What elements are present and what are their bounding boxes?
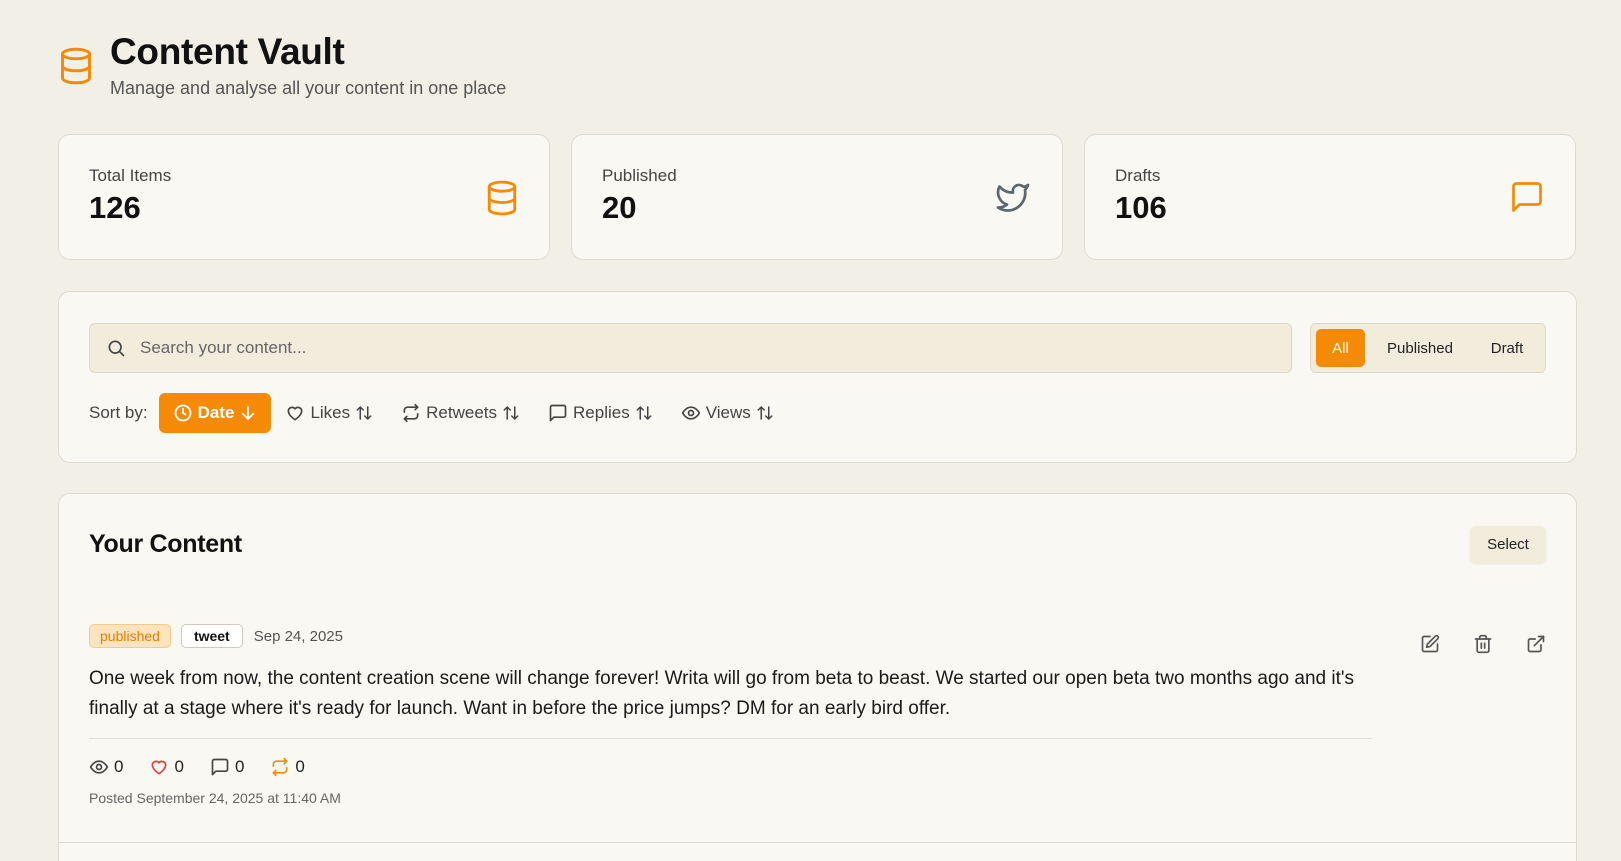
views-count: 0 bbox=[114, 757, 124, 776]
sort-views-label: Views bbox=[705, 403, 751, 422]
search-icon bbox=[106, 338, 126, 358]
replies-count: 0 bbox=[234, 757, 245, 776]
message-square-icon bbox=[548, 403, 568, 423]
retweets-count: 0 bbox=[295, 757, 305, 776]
divider bbox=[59, 842, 1576, 843]
content-panel: Your Content Select published tweet Sep … bbox=[58, 493, 1577, 861]
sort-row: Sort by: Date Likes Retweets Replies Vie… bbox=[89, 393, 788, 433]
page-subtitle: Manage and analyse all your content in o… bbox=[110, 78, 507, 98]
posted-timestamp: Posted September 24, 2025 at 11:40 AM bbox=[89, 790, 341, 806]
arrow-up-down-icon bbox=[355, 404, 373, 422]
message-square-icon bbox=[1509, 179, 1545, 215]
filter-published-button[interactable]: Published bbox=[1365, 329, 1475, 367]
sort-replies-button[interactable]: Replies bbox=[534, 393, 667, 433]
stat-card-published: Published 20 bbox=[571, 134, 1063, 260]
sort-retweets-button[interactable]: Retweets bbox=[387, 393, 534, 433]
retweets-metric: 0 bbox=[270, 757, 305, 777]
edit-icon[interactable] bbox=[1420, 634, 1440, 654]
sort-likes-label: Likes bbox=[310, 403, 351, 422]
database-icon bbox=[58, 46, 94, 86]
search-box[interactable] bbox=[89, 323, 1292, 373]
status-filter: All Published Draft bbox=[1310, 323, 1546, 373]
stat-value: 106 bbox=[1115, 190, 1167, 225]
stat-value: 126 bbox=[89, 190, 141, 225]
content-item: published tweet Sep 24, 2025 One week fr… bbox=[89, 624, 1372, 806]
replies-metric: 0 bbox=[210, 757, 244, 777]
arrow-up-down-icon bbox=[756, 404, 774, 422]
stat-label: Drafts bbox=[1115, 166, 1161, 185]
content-title: Your Content bbox=[89, 530, 242, 558]
sort-date-label: Date bbox=[197, 403, 235, 422]
external-link-icon[interactable] bbox=[1526, 634, 1546, 654]
filter-all-button[interactable]: All bbox=[1316, 329, 1365, 367]
sort-views-button[interactable]: Views bbox=[667, 393, 788, 433]
sort-date-button[interactable]: Date bbox=[158, 393, 272, 433]
eye-icon bbox=[681, 403, 701, 423]
arrow-up-down-icon bbox=[502, 404, 520, 422]
post-text: One week from now, the content creation … bbox=[89, 668, 1354, 719]
arrow-down-icon bbox=[239, 404, 257, 422]
views-metric: 0 bbox=[89, 757, 123, 777]
stats-row: Total Items 126 Published 20 Drafts 106 bbox=[58, 134, 1576, 260]
stat-label: Published bbox=[602, 166, 677, 185]
post-actions bbox=[1420, 634, 1546, 654]
stat-card-drafts: Drafts 106 bbox=[1084, 134, 1576, 260]
sort-replies-label: Replies bbox=[573, 403, 630, 422]
page-title: Content Vault bbox=[110, 31, 345, 72]
message-square-icon bbox=[210, 757, 230, 777]
heart-icon bbox=[285, 403, 305, 423]
eye-icon bbox=[89, 757, 109, 777]
likes-metric: 0 bbox=[149, 757, 184, 777]
repeat-icon bbox=[401, 403, 421, 423]
post-meta: published tweet Sep 24, 2025 bbox=[89, 624, 1372, 648]
sort-retweets-label: Retweets bbox=[426, 403, 498, 422]
sort-label: Sort by: bbox=[89, 403, 148, 422]
heart-icon bbox=[149, 757, 169, 777]
database-icon bbox=[485, 179, 519, 217]
post-metrics: 0 0 0 0 bbox=[89, 757, 1372, 777]
select-button[interactable]: Select bbox=[1470, 526, 1546, 563]
stat-label: Total Items bbox=[89, 166, 172, 185]
filter-draft-button[interactable]: Draft bbox=[1475, 329, 1539, 367]
trash-icon[interactable] bbox=[1473, 634, 1493, 654]
stat-card-total: Total Items 126 bbox=[58, 134, 550, 260]
twitter-icon bbox=[994, 179, 1032, 215]
clock-icon bbox=[173, 403, 193, 423]
divider bbox=[89, 738, 1372, 739]
page-header: Content Vault Manage and analyse all you… bbox=[58, 32, 506, 99]
sort-likes-button[interactable]: Likes bbox=[271, 393, 387, 433]
search-input[interactable] bbox=[140, 338, 1240, 358]
likes-count: 0 bbox=[174, 757, 184, 776]
stat-value: 20 bbox=[602, 190, 637, 225]
status-badge: published bbox=[89, 624, 171, 648]
post-date: Sep 24, 2025 bbox=[253, 627, 343, 645]
repeat-icon bbox=[270, 757, 290, 777]
type-badge: tweet bbox=[180, 624, 243, 648]
arrow-up-down-icon bbox=[635, 404, 653, 422]
filter-panel: All Published Draft Sort by: Date Likes bbox=[58, 291, 1577, 463]
